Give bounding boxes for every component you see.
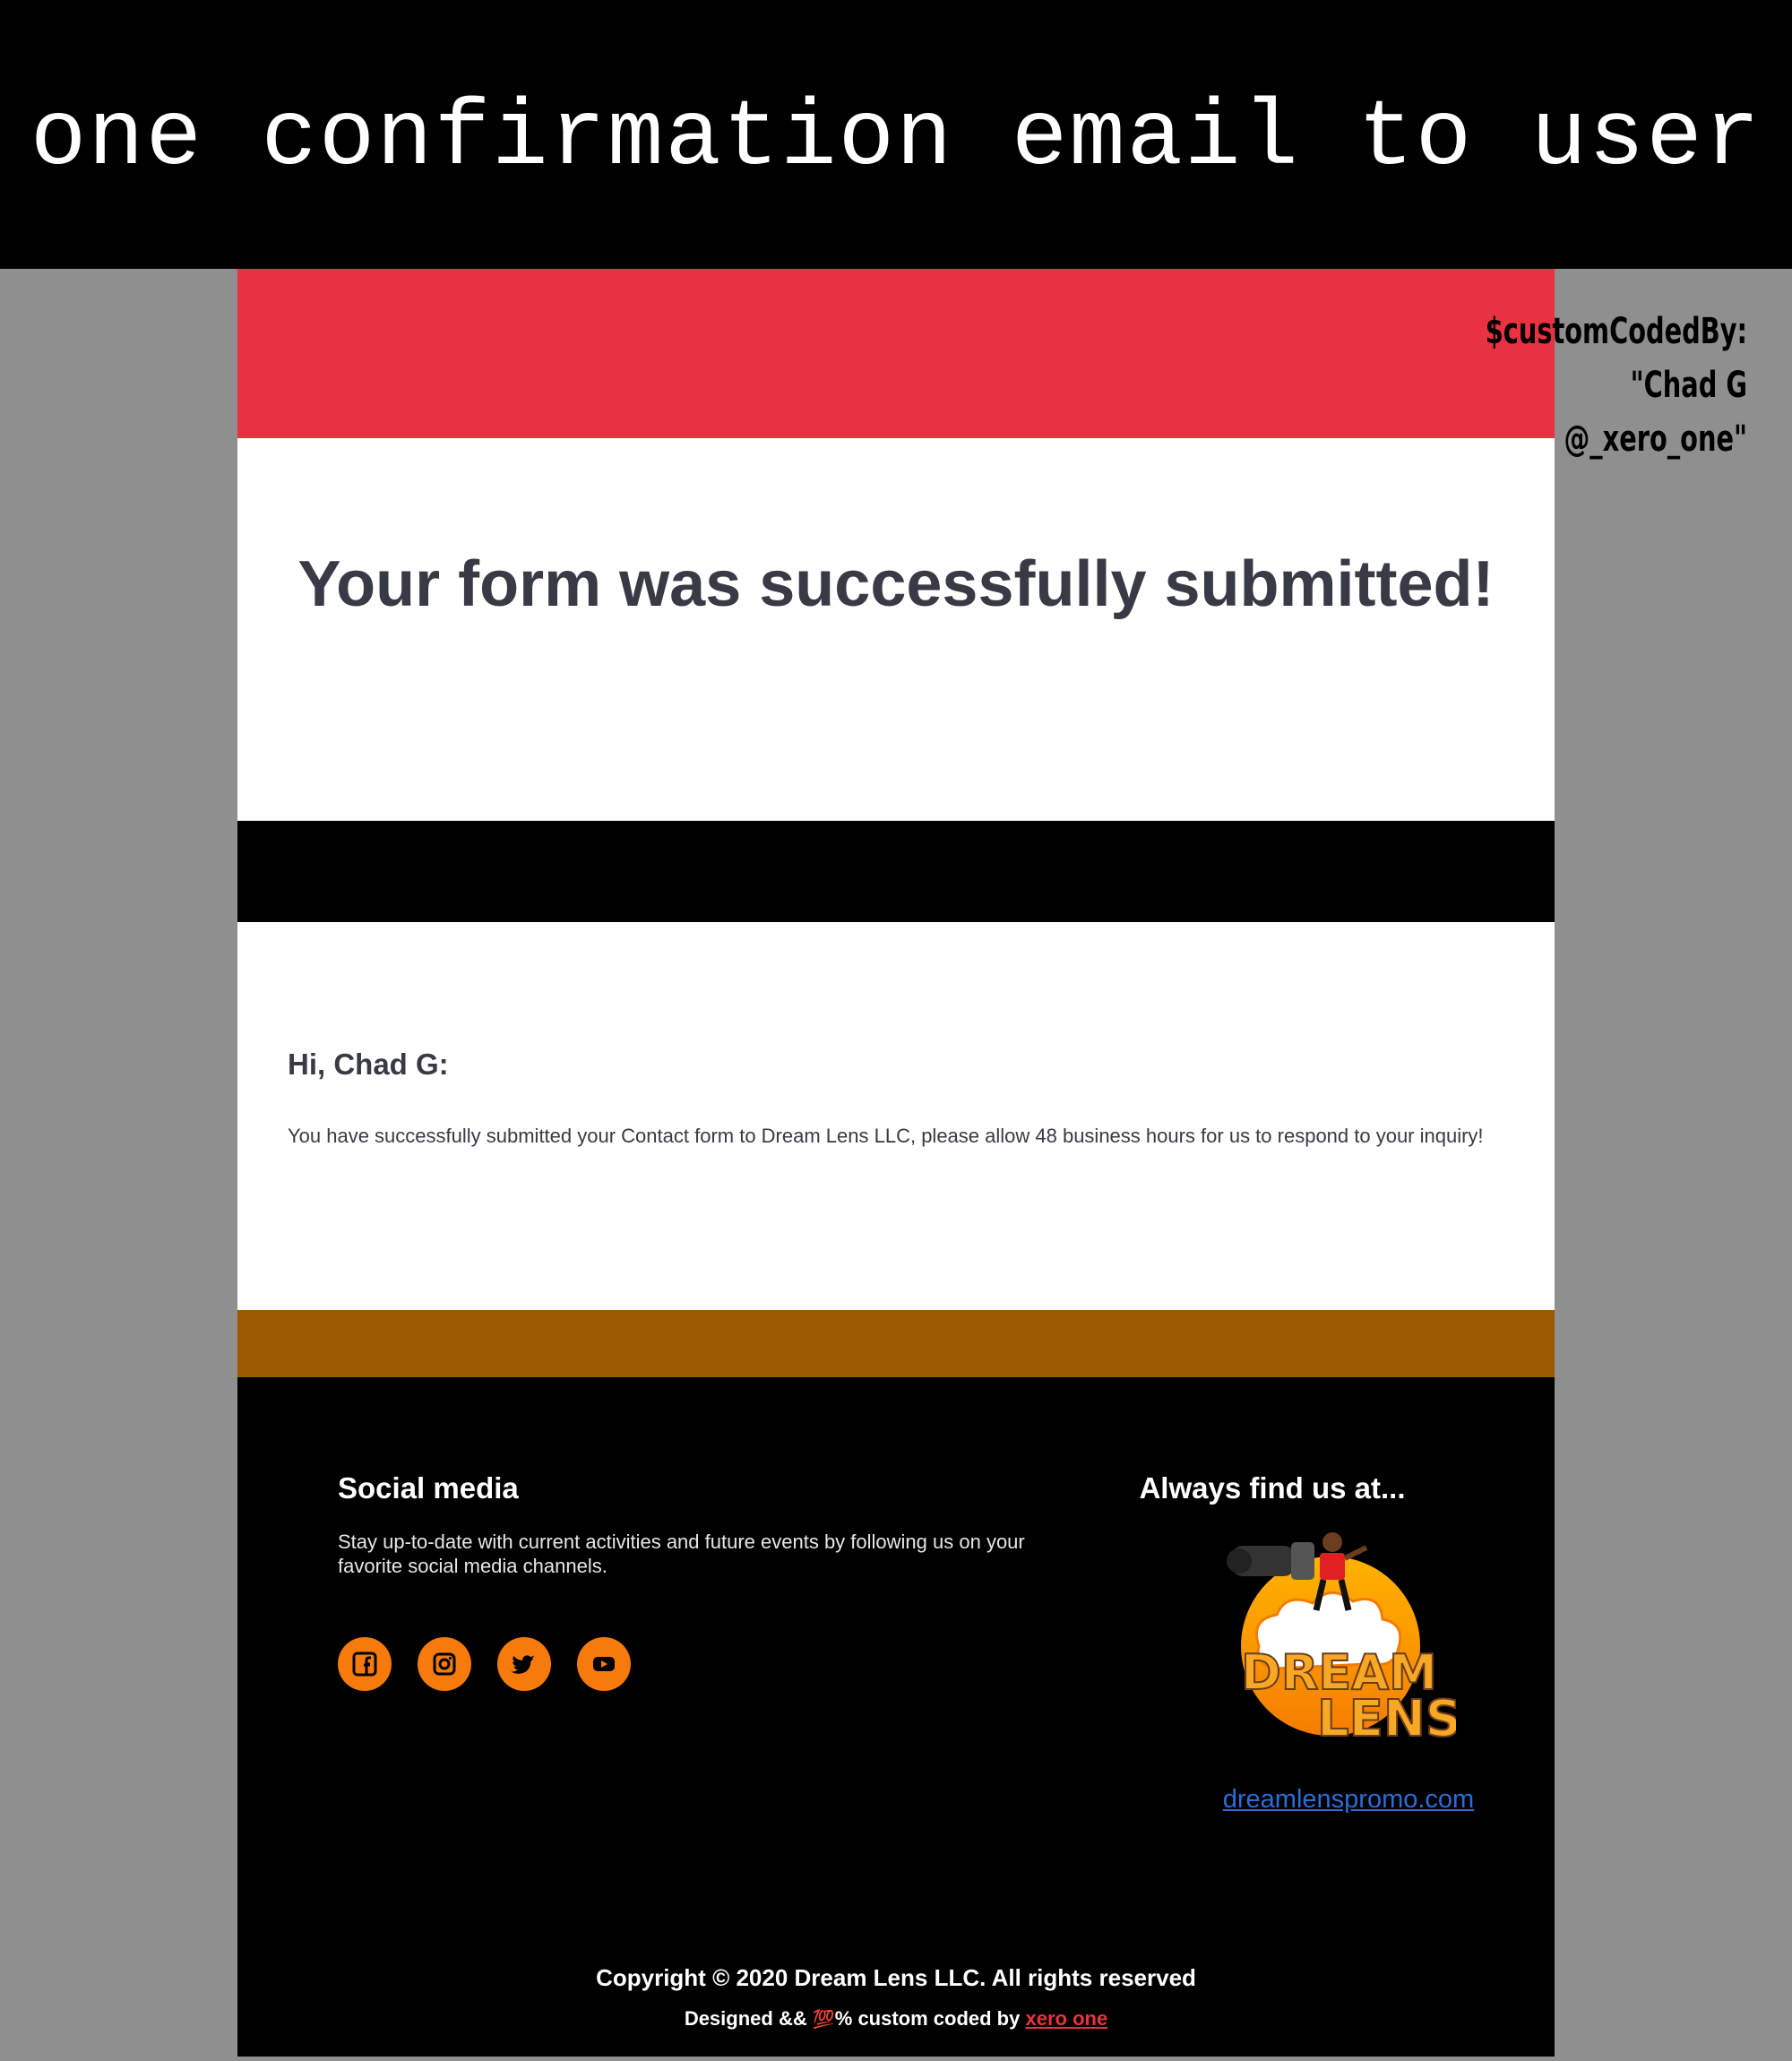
logo-word-lens: LENS [1317, 1690, 1456, 1748]
designed-by-line: Designed && 💯% custom coded by xero one [237, 2007, 1555, 2031]
xero-one-link[interactable]: xero one [1025, 2007, 1107, 2030]
hundred-points-icon: 💯 [812, 2010, 835, 2030]
top-banner: one confirmation email to user [0, 0, 1792, 269]
instagram-icon[interactable] [418, 1637, 471, 1691]
credit-note: $customCodedBy: "Chad G @_xero_one" [1477, 305, 1747, 466]
footer: Social media Stay up-to-date with curren… [237, 1377, 1555, 2057]
twitter-icon[interactable] [497, 1637, 551, 1691]
find-us-title: Always find us at... [1139, 1471, 1406, 1505]
credit-line-2: "Chad G [1630, 365, 1747, 406]
headline: Your form was successfully submitted! [297, 548, 1495, 620]
designed-mid: % custom coded by [834, 2007, 1021, 2030]
copyright-text: Copyright © 2020 Dream Lens LLC. All rig… [596, 1964, 1196, 1991]
social-media-description: Stay up-to-date with current activities … [338, 1531, 1025, 1577]
designed-prefix: Designed && [684, 2007, 807, 2030]
red-header-band [237, 269, 1555, 438]
website-link[interactable]: dreamlenspromo.com [1133, 1785, 1555, 1815]
dream-lens-logo: DREAM LENS [1223, 1521, 1462, 1754]
credit-line-1: $customCodedBy: [1485, 311, 1747, 352]
greeting: Hi, Chad G: [288, 1048, 449, 1081]
banner-caption: one confirmation email to user [30, 86, 1762, 192]
email-body: Your form was successfully submitted! Hi… [237, 269, 1555, 2057]
brown-divider-band [237, 1310, 1555, 1377]
facebook-icon[interactable] [338, 1637, 392, 1691]
social-icons [338, 1637, 631, 1691]
message-section: Hi, Chad G: You have successfully submit… [237, 922, 1555, 1310]
youtube-icon[interactable] [577, 1637, 631, 1691]
hero-section: Your form was successfully submitted! [237, 438, 1555, 821]
credit-line-3: @_xero_one" [1564, 418, 1747, 460]
black-divider-band [237, 821, 1555, 922]
message-text: You have successfully submitted your Con… [288, 1125, 1484, 1147]
social-media-title: Social media [338, 1471, 519, 1505]
